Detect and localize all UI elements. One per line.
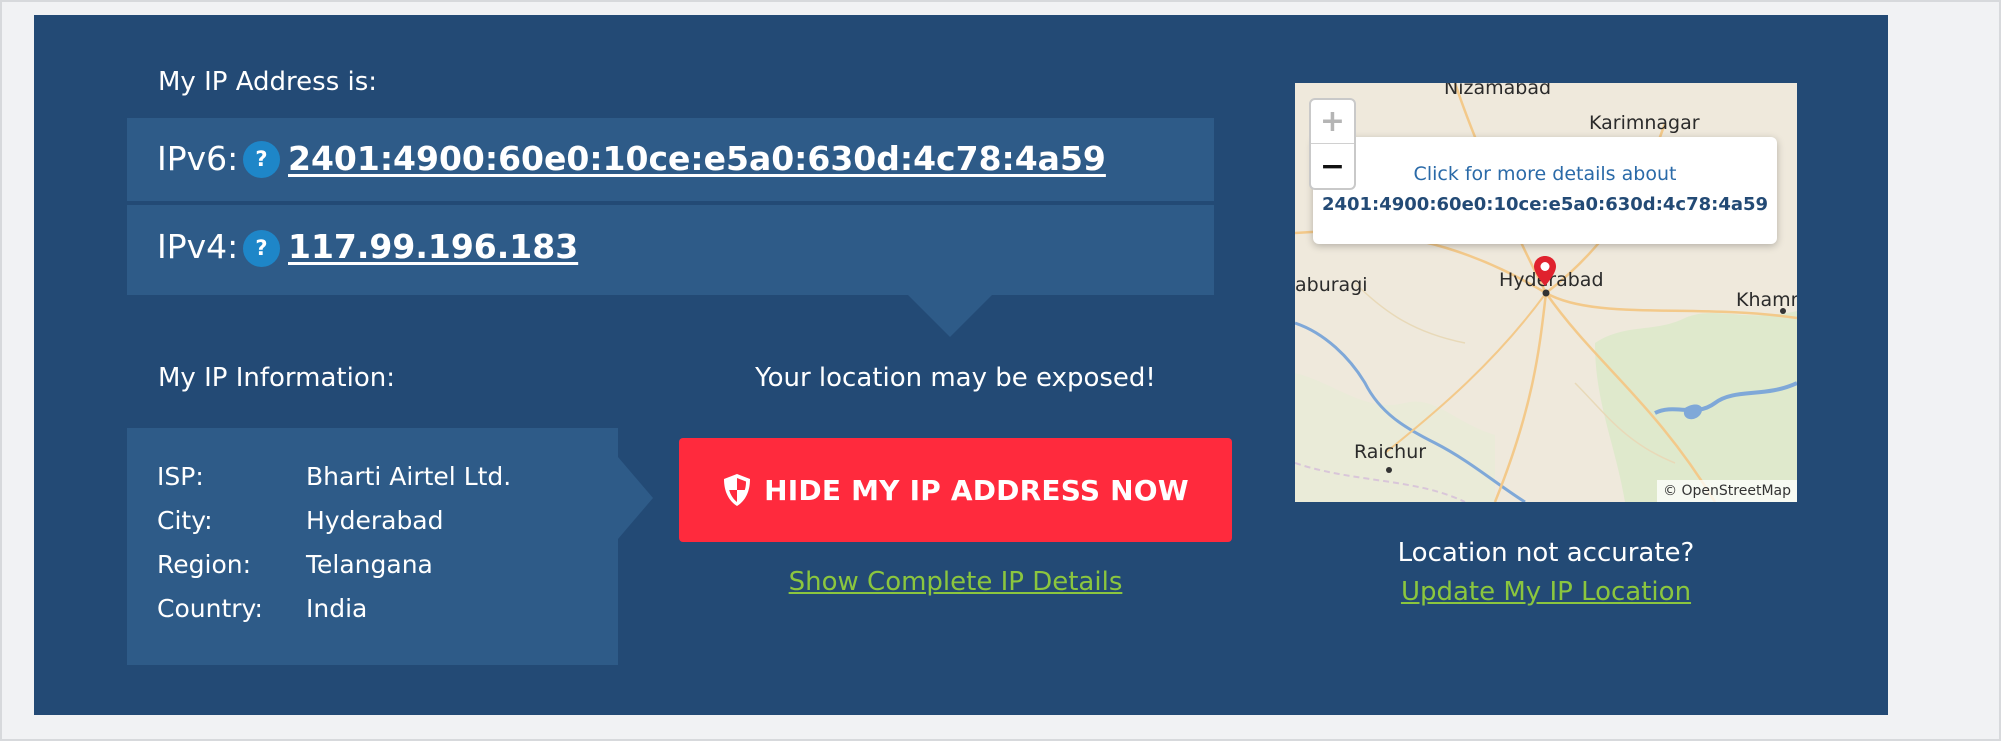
location-accuracy-question: Location not accurate? [1397, 538, 1695, 568]
country-label: Country: [157, 594, 263, 623]
isp-label: ISP: [157, 462, 204, 491]
map-city-label: Khamm [1736, 289, 1797, 311]
map-popup[interactable]: Click for more details about 2401:4900:6… [1313, 137, 1777, 244]
ipv6-help-icon[interactable]: ? [243, 141, 280, 178]
region-value: Telangana [306, 550, 433, 579]
map-city-label: Karimnagar [1589, 112, 1700, 134]
region-label: Region: [157, 550, 252, 579]
info-box-pointer [618, 457, 653, 539]
ipv4-help-icon[interactable]: ? [243, 230, 280, 267]
zoom-out-button[interactable]: − [1311, 145, 1354, 189]
show-ip-details-link[interactable]: Show Complete IP Details [679, 566, 1232, 598]
ipv6-row: IPv6: ? 2401:4900:60e0:10ce:e5a0:630d:4c… [127, 118, 1214, 201]
ipv4-address-link[interactable]: 117.99.196.183 [288, 227, 578, 267]
ip-information-box: ISP: Bharti Airtel Ltd. City: Hyderabad … [127, 428, 618, 665]
map-attribution[interactable]: © OpenStreetMap [1657, 480, 1797, 502]
ip-address-heading: My IP Address is: [158, 67, 378, 97]
ipv4-label: IPv4: [157, 227, 239, 266]
update-ip-location-link[interactable]: Update My IP Location [1295, 576, 1797, 608]
ip-information-heading: My IP Information: [158, 363, 395, 393]
map-popup-text: Click for more details about [1413, 163, 1677, 185]
page: My IP Address is: IPv6: ? 2401:4900:60e0… [0, 0, 2001, 741]
ipv6-address-link[interactable]: 2401:4900:60e0:10ce:e5a0:630d:4c78:4a59 [288, 139, 1106, 179]
ip-row-pointer [908, 295, 992, 337]
country-value: India [306, 594, 368, 623]
city-label: City: [157, 506, 213, 535]
city-value: Hyderabad [306, 506, 444, 535]
isp-value: Bharti Airtel Ltd. [306, 462, 512, 491]
location-marker-icon[interactable] [1533, 255, 1557, 287]
map-city-label: Nizamabad [1444, 83, 1552, 99]
ipv6-label: IPv6: [157, 139, 239, 178]
location-warning-text: Your location may be exposed! [755, 363, 1156, 393]
map-zoom-control: + − [1309, 98, 1356, 190]
shield-icon [724, 474, 751, 506]
map-city-label: Raichur [1354, 441, 1427, 463]
hide-ip-button-label: HIDE MY IP ADDRESS NOW [764, 473, 1189, 507]
location-map[interactable]: Nizamabad Karimnagar aburagi Hyderabad K… [1295, 83, 1797, 502]
ipv4-row: IPv4: ? 117.99.196.183 [127, 205, 1214, 295]
zoom-in-button[interactable]: + [1311, 100, 1354, 144]
hide-ip-button[interactable]: HIDE MY IP ADDRESS NOW [679, 438, 1232, 542]
ip-info-panel: My IP Address is: IPv6: ? 2401:4900:60e0… [34, 15, 1888, 715]
map-city-label: aburagi [1295, 274, 1368, 296]
map-popup-ip: 2401:4900:60e0:10ce:e5a0:630d:4c78:4a59 [1321, 194, 1769, 215]
